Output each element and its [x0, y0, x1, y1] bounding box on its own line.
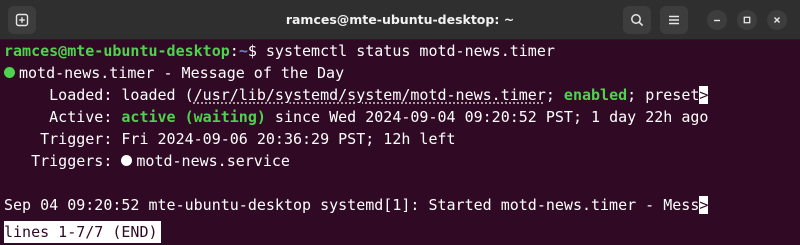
- trigger-value: Fri 2024-09-06 20:36:29 PST; 12h left: [121, 130, 456, 148]
- prompt-directory: ~: [238, 42, 248, 60]
- unit-file-path: /usr/lib/systemd/system/motd-news.timer: [193, 86, 546, 104]
- prompt-user-host: ramces@mte-ubuntu-desktop: [4, 42, 230, 60]
- menu-button[interactable]: [660, 6, 688, 34]
- hamburger-menu-icon: [669, 15, 679, 25]
- enabled-status: enabled: [563, 86, 628, 104]
- loaded-separator: ;: [545, 86, 564, 104]
- maximize-icon: [743, 16, 751, 24]
- search-button[interactable]: [623, 6, 651, 34]
- new-tab-icon: [15, 13, 29, 27]
- minimize-icon: [714, 19, 720, 22]
- minimize-button[interactable]: [707, 10, 727, 30]
- log-truncation-marker: >: [699, 196, 709, 214]
- prompt-symbol: $: [247, 42, 266, 60]
- status-active-dot-icon: [4, 67, 15, 78]
- search-icon: [631, 14, 644, 27]
- unit-description: motd-news.timer - Message of the Day: [19, 64, 345, 82]
- command-text: systemctl status motd-news.timer: [265, 42, 555, 60]
- loaded-preset: ; preset: [627, 86, 700, 104]
- prompt-line: ramces@mte-ubuntu-desktop:~$ systemctl s…: [4, 40, 555, 62]
- unit-line: motd-news.timer - Message of the Day: [4, 62, 344, 84]
- terminal-output[interactable]: ramces@mte-ubuntu-desktop:~$ systemctl s…: [0, 40, 800, 245]
- active-state: active (waiting): [121, 108, 266, 126]
- title-bar: ramces@mte-ubuntu-desktop: ~: [0, 0, 800, 40]
- trigger-label: Trigger:: [4, 130, 122, 148]
- active-label: Active:: [4, 108, 122, 126]
- maximize-button[interactable]: [737, 10, 757, 30]
- active-since: since Wed 2024-09-04 09:20:52 PST; 1 day…: [265, 108, 709, 126]
- triggers-value: motd-news.service: [136, 152, 290, 170]
- terminal-window: ramces@mte-ubuntu-desktop: ~ ramces@mte-…: [0, 0, 800, 245]
- triggers-label: Triggers:: [4, 152, 122, 170]
- close-button[interactable]: [767, 10, 787, 30]
- new-tab-button[interactable]: [8, 6, 36, 34]
- trigger-line: Trigger: Fri 2024-09-06 20:36:29 PST; 12…: [4, 128, 456, 150]
- loaded-label: Loaded:: [4, 86, 122, 104]
- loaded-line: Loaded: loaded (/usr/lib/systemd/system/…: [4, 84, 796, 106]
- loaded-value: loaded (: [121, 86, 194, 104]
- triggers-line: Triggers: motd-news.service: [4, 150, 290, 172]
- close-icon: [774, 17, 780, 23]
- service-inactive-dot-icon: [121, 155, 133, 166]
- window-title: ramces@mte-ubuntu-desktop: ~: [285, 12, 515, 27]
- pager-status: lines 1-7/7 (END): [4, 221, 161, 243]
- active-line: Active: active (waiting) since Wed 2024-…: [4, 106, 796, 128]
- journal-log-line: Sep 04 09:20:52 mte-ubuntu-desktop syste…: [4, 194, 796, 216]
- journal-log-text: Sep 04 09:20:52 mte-ubuntu-desktop syste…: [4, 196, 700, 214]
- truncation-marker: >: [699, 86, 709, 104]
- prompt-separator: :: [229, 42, 239, 60]
